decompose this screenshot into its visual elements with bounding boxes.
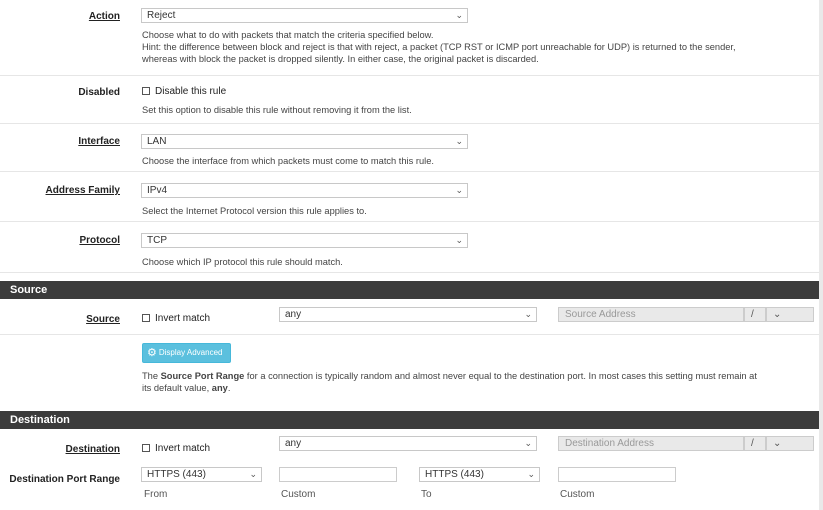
chevron-down-icon: ⌄ [249, 469, 257, 479]
source-invert-checkbox[interactable]: Invert match [142, 313, 210, 324]
destination-mask-select[interactable]: ⌄ [766, 436, 814, 451]
port-from-select[interactable]: HTTPS (443) ⌄ [141, 467, 262, 482]
source-section-header: Source [0, 281, 819, 299]
action-label: Action [88, 11, 120, 22]
destination-mask-separator: / [744, 436, 766, 451]
help-bold-any: any [211, 383, 228, 393]
protocol-help: Choose which IP protocol this rule shoul… [142, 257, 343, 267]
destination-label: Destination [65, 444, 120, 455]
checkbox-icon[interactable] [142, 87, 150, 96]
display-advanced-label: Display Advanced [158, 348, 223, 357]
chevron-down-icon: ⌄ [773, 438, 782, 449]
interface-select-value: LAN [147, 136, 167, 147]
interface-select[interactable]: LAN ⌄ [141, 134, 468, 149]
protocol-row: Protocol TCP ⌄ Choose which IP protocol … [0, 221, 819, 273]
action-help-line1: Choose what to do with packets that matc… [142, 30, 434, 40]
destination-row: Destination Invert match any ⌄ Destinati… [0, 430, 819, 460]
checkbox-icon[interactable] [142, 314, 150, 323]
action-help-line3: whereas with block the packet is dropped… [142, 54, 539, 64]
chevron-down-icon: ⌄ [455, 136, 463, 146]
chevron-down-icon: ⌄ [524, 309, 532, 319]
gear-icon: ⚙ [147, 347, 157, 359]
chevron-down-icon: ⌄ [773, 309, 782, 320]
source-port-help-line2: its default value, any. [142, 382, 812, 394]
chevron-down-icon: ⌄ [455, 185, 463, 195]
help-prefix: The [142, 371, 161, 381]
source-mask-select[interactable]: ⌄ [766, 307, 814, 322]
chevron-down-icon: ⌄ [455, 235, 463, 245]
chevron-down-icon: ⌄ [455, 10, 463, 20]
action-row: Action Reject ⌄ Choose what to do with p… [0, 0, 819, 76]
port-to-caption: To [421, 489, 432, 500]
port-to-select[interactable]: HTTPS (443) ⌄ [419, 467, 540, 482]
protocol-label: Protocol [79, 235, 120, 246]
action-select[interactable]: Reject ⌄ [141, 8, 468, 23]
destination-invert-checkbox[interactable]: Invert match [142, 443, 210, 454]
action-help-line2: Hint: the difference between block and r… [142, 42, 736, 52]
destination-address-input[interactable]: Destination Address [558, 436, 744, 451]
destination-slash: / [751, 438, 754, 449]
address-family-help: Select the Internet Protocol version thi… [142, 206, 367, 216]
destination-address-placeholder: Destination Address [565, 438, 654, 449]
port-to-custom-caption: Custom [560, 489, 595, 500]
checkbox-icon[interactable] [142, 444, 150, 453]
port-from-value: HTTPS (443) [147, 469, 206, 480]
source-address-placeholder: Source Address [565, 309, 636, 320]
port-range-label: Destination Port Range [9, 474, 120, 485]
port-from-custom-input[interactable] [279, 467, 397, 482]
chevron-down-icon: ⌄ [527, 469, 535, 479]
port-from-custom-caption: Custom [281, 489, 316, 500]
address-family-select-value: IPv4 [147, 185, 168, 196]
port-range-row: Destination Port Range HTTPS (443) ⌄ Fro… [0, 460, 819, 510]
source-slash: / [751, 309, 754, 320]
destination-section-header: Destination [0, 411, 819, 429]
disable-rule-checkbox[interactable]: Disable this rule [142, 86, 226, 97]
port-to-value: HTTPS (443) [425, 469, 484, 480]
interface-row: Interface LAN ⌄ Choose the interface fro… [0, 123, 819, 172]
disabled-label: Disabled [78, 87, 120, 98]
address-family-label: Address Family [45, 185, 120, 196]
destination-type-select[interactable]: any ⌄ [279, 436, 537, 451]
address-family-select[interactable]: IPv4 ⌄ [141, 183, 468, 198]
source-type-select[interactable]: any ⌄ [279, 307, 537, 322]
disabled-help: Set this option to disable this rule wit… [142, 105, 412, 115]
action-help: Choose what to do with packets that matc… [142, 29, 736, 65]
source-port-help-line1: The Source Port Range for a connection i… [142, 370, 812, 382]
destination-invert-label: Invert match [155, 443, 211, 454]
disable-rule-checkbox-label: Disable this rule [155, 86, 227, 97]
protocol-select-value: TCP [147, 235, 167, 246]
source-port-help: The Source Port Range for a connection i… [142, 370, 812, 394]
display-advanced-button[interactable]: ⚙ Display Advanced [142, 343, 231, 363]
source-invert-label: Invert match [155, 313, 211, 324]
destination-type-value: any [285, 438, 302, 449]
chevron-down-icon: ⌄ [524, 438, 532, 448]
action-select-value: Reject [147, 10, 176, 21]
source-label: Source [86, 314, 120, 325]
port-from-caption: From [144, 489, 168, 500]
source-mask-separator: / [744, 307, 766, 322]
source-type-value: any [285, 309, 302, 320]
port-to-custom-input[interactable] [558, 467, 676, 482]
interface-label: Interface [78, 136, 120, 147]
address-family-row: Address Family IPv4 ⌄ Select the Interne… [0, 171, 819, 222]
protocol-select[interactable]: TCP ⌄ [141, 233, 468, 248]
help-mid: for a connection is typically random and… [244, 371, 757, 381]
source-address-input[interactable]: Source Address [558, 307, 744, 322]
interface-help: Choose the interface from which packets … [142, 156, 434, 166]
page-right-border [819, 0, 823, 510]
disabled-row: Disabled Disable this rule Set this opti… [0, 75, 819, 124]
help-line2-prefix: its default value, [142, 383, 212, 393]
help-bold-source-port-range: Source Port Range [160, 371, 245, 381]
source-row: Source Invert match any ⌄ Source Address… [0, 300, 819, 335]
help-line2-suffix: . [227, 383, 231, 393]
